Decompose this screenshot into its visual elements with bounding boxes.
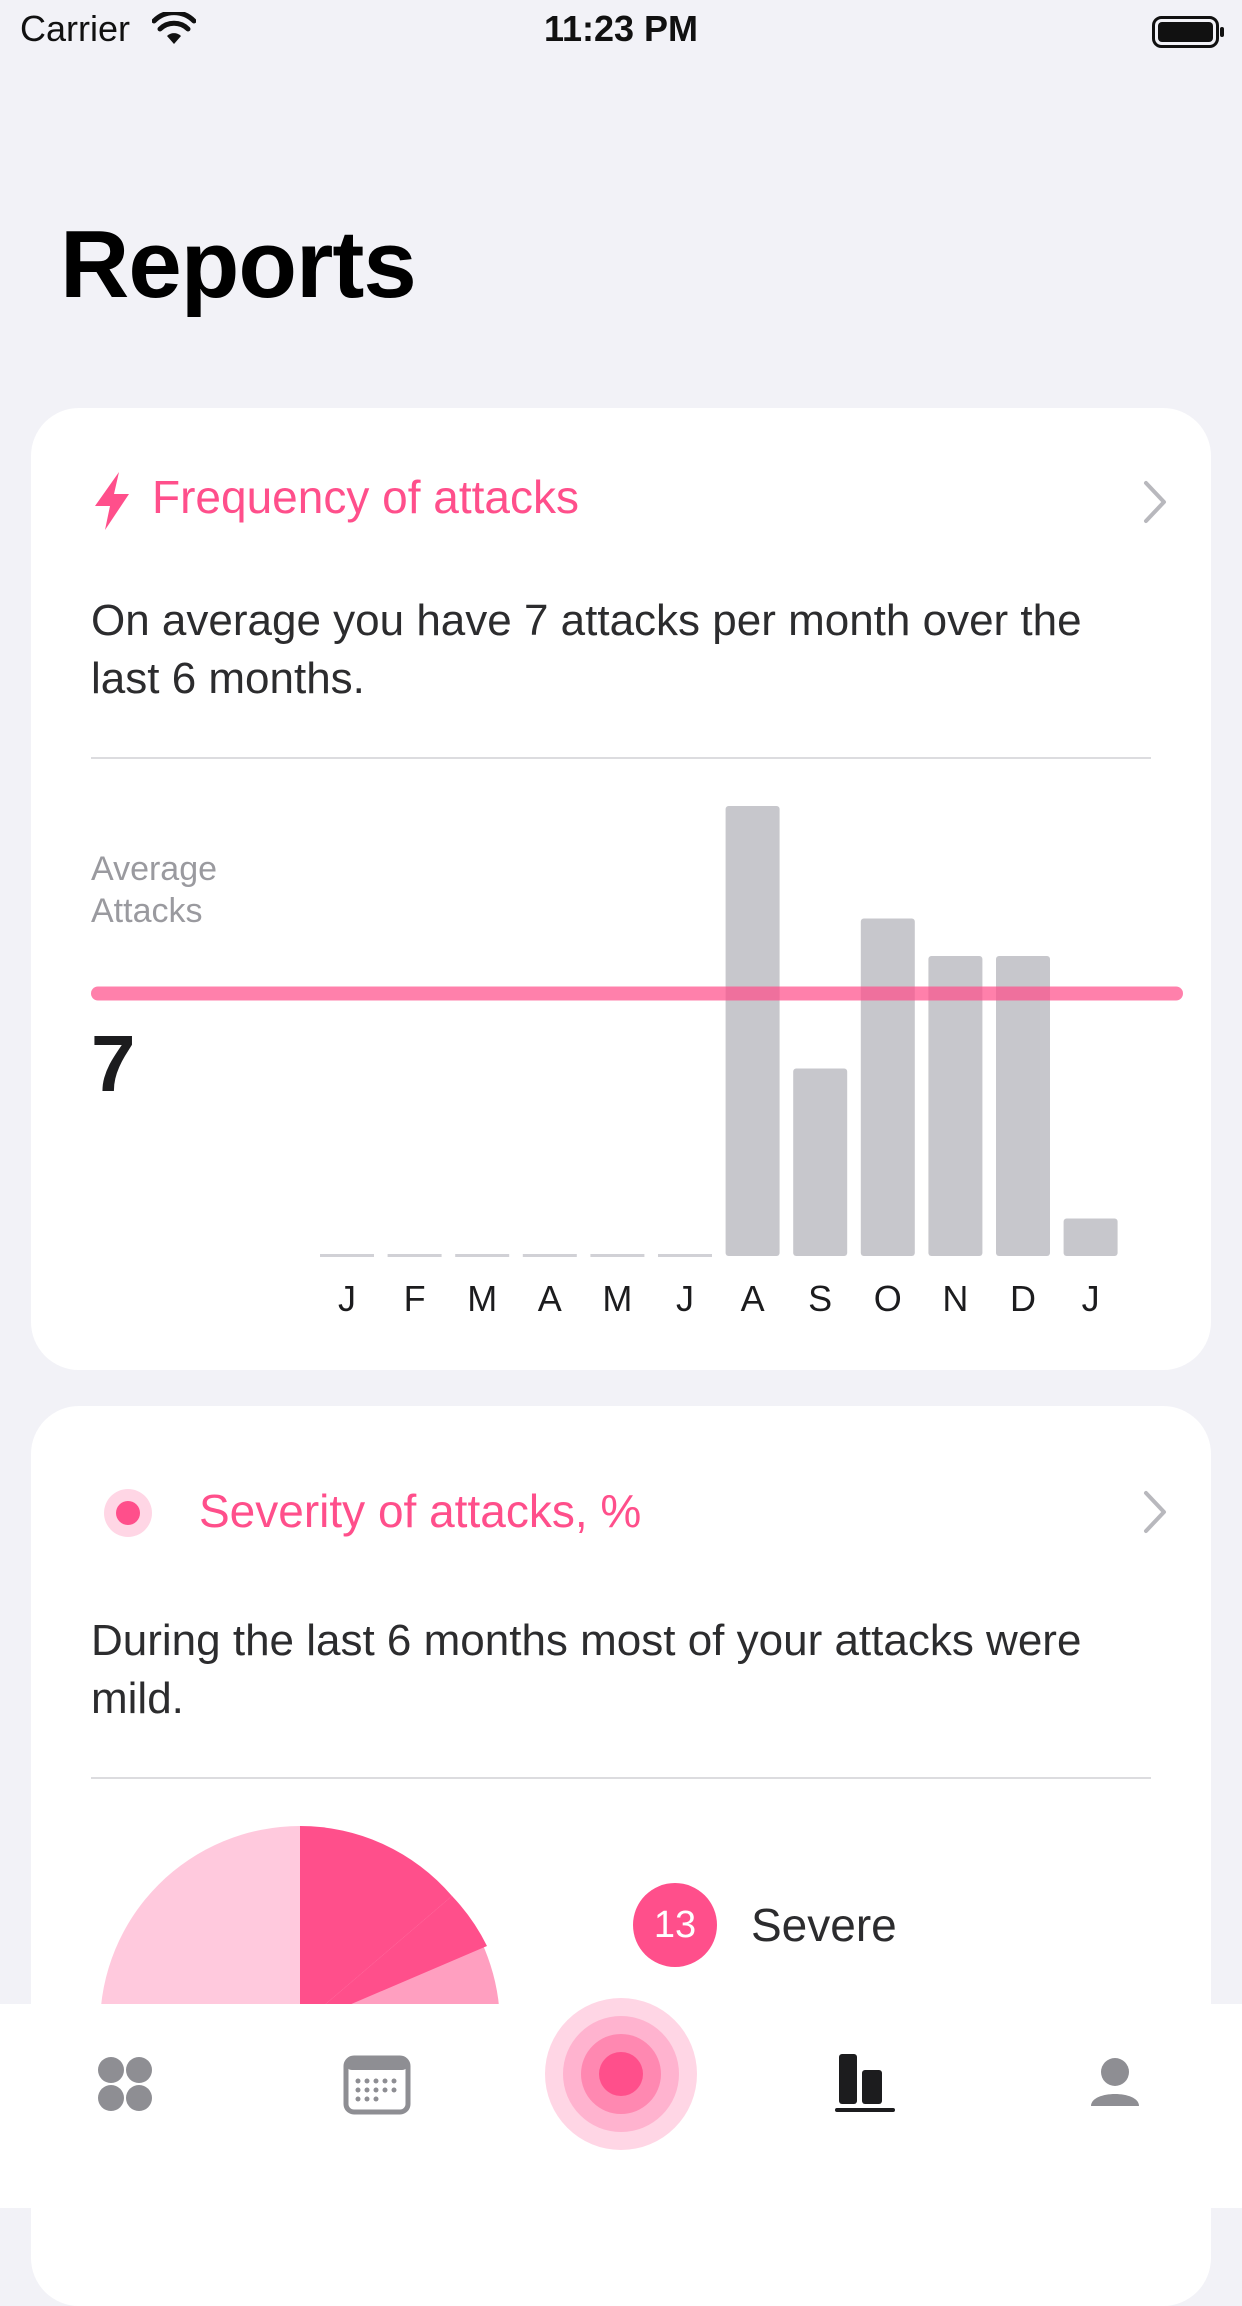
- tab-dashboard[interactable]: [46, 2004, 206, 2164]
- month-label: A: [537, 1278, 562, 1319]
- bar-2: [455, 1254, 510, 1257]
- month-label: J: [676, 1278, 694, 1319]
- page-title: Reports: [60, 211, 417, 318]
- tab-profile[interactable]: [1035, 2004, 1195, 2164]
- severity-count-badge: 13: [633, 1883, 717, 1967]
- month-label: F: [403, 1278, 426, 1319]
- person-icon: [1091, 2058, 1139, 2106]
- battery-icon: [1152, 16, 1224, 48]
- month-label: D: [1010, 1278, 1036, 1319]
- frequency-card[interactable]: Frequency of attacks On average you have…: [31, 408, 1211, 1370]
- month-label: O: [873, 1278, 902, 1319]
- month-label: M: [602, 1278, 633, 1319]
- month-label: S: [808, 1278, 833, 1319]
- bar-10: [996, 956, 1050, 1256]
- average-line: [91, 986, 1183, 1001]
- tab-reports[interactable]: [785, 2004, 945, 2164]
- bar-11: [1063, 1218, 1118, 1256]
- bar-4: [590, 1254, 645, 1257]
- severity-legend-label: Severe: [751, 1899, 897, 1951]
- month-label: J: [338, 1278, 356, 1319]
- tab-record-attack[interactable]: [541, 1994, 701, 2154]
- status-time: 11:23 PM: [543, 8, 699, 49]
- pie-slice-mild: [100, 1826, 300, 2026]
- tab-calendar[interactable]: [296, 2004, 456, 2164]
- month-label: J: [1081, 1278, 1100, 1319]
- severity-card-header[interactable]: Severity of attacks, %: [31, 1406, 1211, 1576]
- bar-0: [320, 1254, 374, 1257]
- month-label: A: [740, 1278, 765, 1319]
- month-label: N: [942, 1278, 969, 1319]
- severity-card-title: Severity of attacks, %: [199, 1485, 642, 1537]
- bar-8: [860, 918, 915, 1256]
- bar-1: [387, 1254, 442, 1257]
- divider: [91, 1777, 1151, 1779]
- severity-description: During the last 6 months most of your at…: [91, 1616, 1082, 1723]
- dot-target-icon: [104, 1489, 152, 1537]
- bar-7: [793, 1068, 848, 1256]
- calendar-icon: [343, 2055, 411, 2115]
- bar-9: [928, 956, 983, 1256]
- frequency-bar-chart: [91, 806, 1183, 1257]
- chevron-right-icon[interactable]: [1143, 1490, 1167, 1534]
- bar-chart-icon: [835, 2054, 895, 2112]
- bar-3: [522, 1254, 577, 1257]
- tab-bar: [0, 1998, 1242, 2208]
- grid-dots-icon: [98, 2057, 152, 2111]
- bar-5: [658, 1254, 712, 1257]
- month-label: M: [467, 1278, 498, 1319]
- bar-6: [725, 806, 780, 1256]
- status-bar: Carrier 11:23 PM: [0, 0, 1242, 62]
- pulse-target-icon: [545, 1998, 697, 2150]
